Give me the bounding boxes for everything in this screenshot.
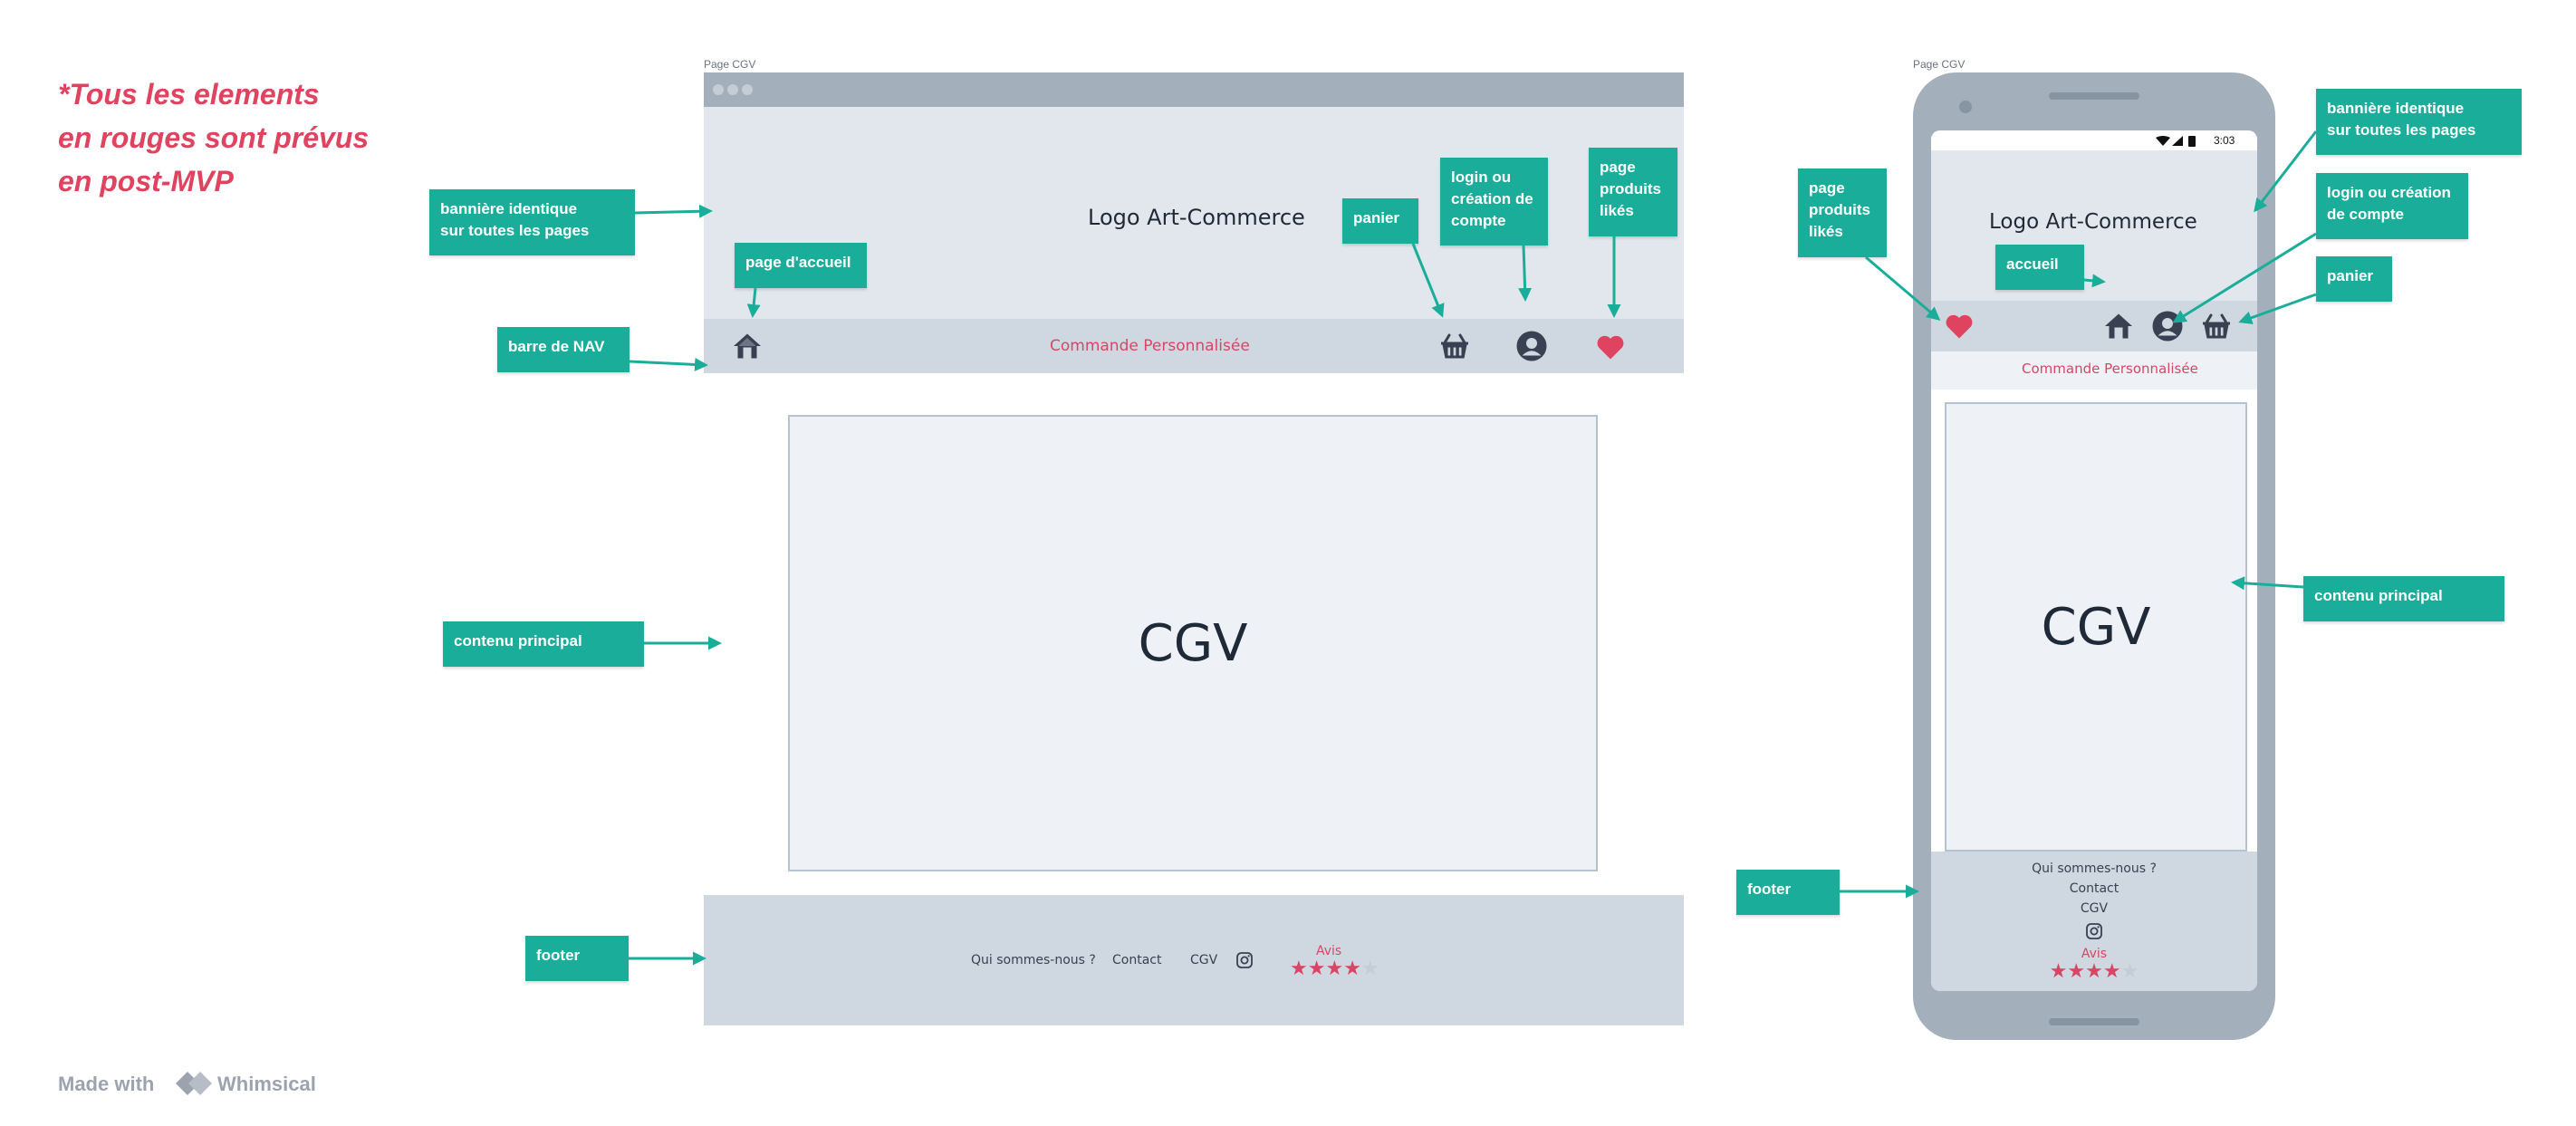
whimsical-brand[interactable]: Whimsical [217, 1073, 316, 1096]
arrow-cart [1411, 243, 1445, 318]
arrow-login [1518, 245, 1533, 302]
arrow-m-content [2231, 576, 2304, 591]
whimsical-logo-icon [172, 1068, 216, 1099]
arrow-banner [634, 204, 713, 218]
arrow-m-cart [2238, 293, 2317, 324]
arrow-home-page [746, 287, 761, 318]
arrow-m-banner [2254, 130, 2318, 213]
arrow-m-liked [1865, 255, 1941, 321]
arrow-m-home [2083, 274, 2106, 288]
made-with-label: Made with [58, 1073, 155, 1095]
arrow-nav-bar [629, 357, 708, 371]
connector-arrows [629, 130, 2318, 966]
arrow-m-login [2172, 232, 2317, 323]
